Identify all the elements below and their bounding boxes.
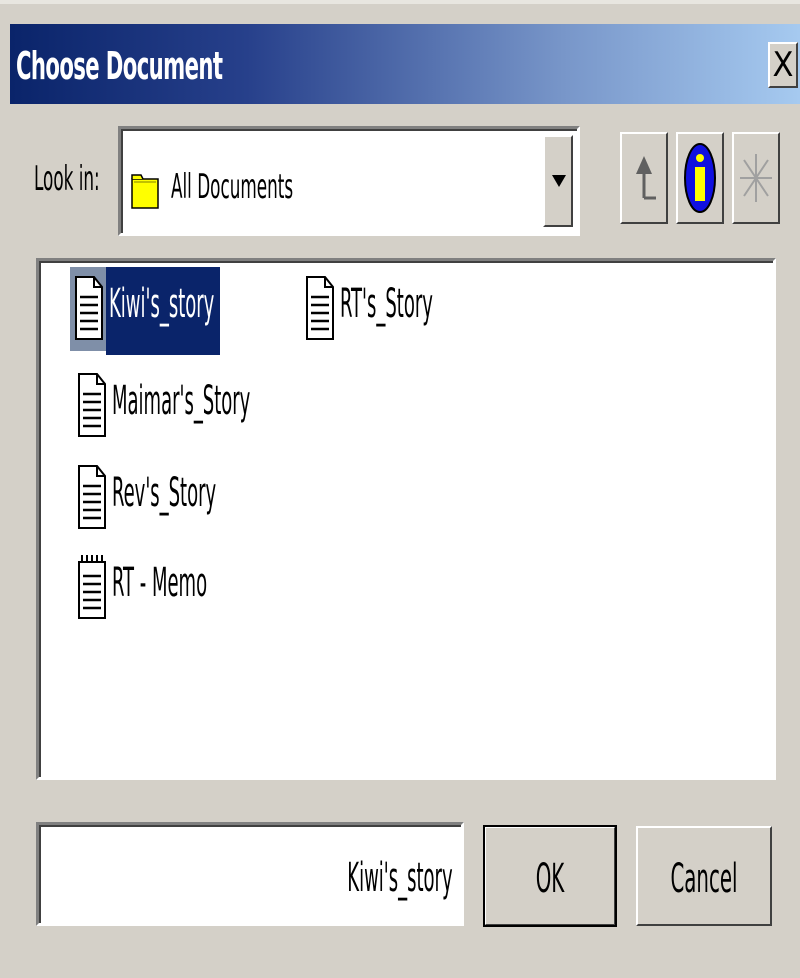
file-name: Rev's_Story — [112, 470, 217, 516]
memo-icon — [78, 555, 106, 619]
document-icon — [78, 373, 106, 437]
file-list[interactable]: Kiwi's_story RT's_Story Maimar's_Story R… — [36, 258, 776, 780]
file-name: Maimar's_Story — [112, 378, 251, 424]
cancel-button-label: Cancel — [670, 856, 738, 902]
new-item-button[interactable] — [732, 132, 780, 224]
sparkle-icon — [740, 154, 772, 202]
file-item-rts-story[interactable]: RT's_Story — [305, 267, 455, 347]
close-button[interactable]: X — [768, 42, 798, 88]
up-folder-icon — [636, 156, 656, 200]
file-name-input[interactable]: Kiwi's_story — [36, 822, 464, 926]
ok-button-label: OK — [535, 856, 565, 902]
document-icon — [75, 276, 103, 340]
file-name: RT - Memo — [112, 560, 208, 606]
file-name: RT's_Story — [340, 281, 433, 327]
up-folder-button[interactable] — [620, 132, 668, 224]
look-in-label: Look in: — [34, 159, 100, 199]
file-item-rt-memo[interactable]: RT - Memo — [77, 546, 227, 626]
file-name-input-value: Kiwi's_story — [347, 855, 453, 901]
document-icon — [306, 276, 334, 340]
look-in-value: All Documents — [171, 167, 294, 207]
title-bar[interactable]: Choose Document X — [10, 24, 800, 104]
file-item-maimars-story[interactable]: Maimar's_Story — [77, 364, 267, 444]
file-name: Kiwi's_story — [109, 281, 215, 327]
file-item-kiwis-story[interactable]: Kiwi's_story — [70, 267, 224, 355]
dialog-title: Choose Document — [16, 44, 223, 88]
document-icon — [78, 465, 106, 529]
look-in-dropdown[interactable]: All Documents — [118, 126, 580, 236]
choose-document-dialog: Choose Document X Look in: All Documents — [0, 0, 800, 978]
cancel-button[interactable]: Cancel — [636, 826, 772, 926]
info-icon — [684, 143, 716, 213]
file-item-revs-story[interactable]: Rev's_Story — [77, 456, 237, 536]
info-button[interactable] — [676, 132, 724, 224]
ok-button[interactable]: OK — [483, 825, 617, 927]
folder-icon — [131, 174, 159, 209]
dropdown-arrow-button[interactable] — [543, 135, 573, 227]
